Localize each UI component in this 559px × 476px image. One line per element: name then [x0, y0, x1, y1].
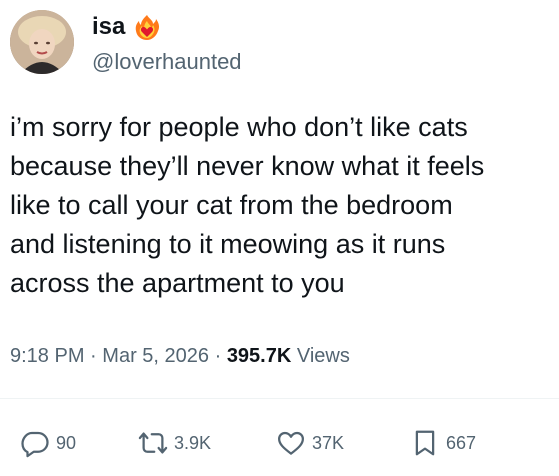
display-name[interactable]: isa	[92, 12, 125, 42]
repost-button[interactable]: 3.9K	[138, 425, 211, 461]
reply-button[interactable]: 90	[20, 425, 76, 461]
action-bar: 90 3.9K 37K 667	[10, 425, 550, 461]
avatar[interactable]	[10, 10, 74, 74]
divider	[0, 398, 559, 399]
author-name-row: isa	[92, 12, 161, 42]
tweet-time[interactable]: 9:18 PM	[10, 345, 84, 367]
repost-count: 3.9K	[174, 433, 212, 453]
tweet-date[interactable]: Mar 5, 2026	[102, 345, 209, 367]
fire-heart-icon	[136, 15, 160, 40]
like-button[interactable]: 37K	[276, 425, 344, 461]
views-count: 395.7K	[226, 345, 292, 367]
reply-count: 90	[56, 433, 77, 453]
reply-icon	[21, 431, 49, 458]
heart-icon	[278, 431, 304, 455]
repost-icon	[138, 432, 168, 454]
views-label: Views	[296, 345, 350, 367]
handle[interactable]: @loverhaunted	[92, 48, 242, 76]
tweet-text: i’m sorry for people who don’t like cats…	[10, 112, 485, 298]
like-count: 37K	[312, 433, 345, 453]
bookmark-button[interactable]: 667	[410, 425, 476, 461]
avatar-image	[10, 10, 74, 74]
bookmark-icon	[415, 430, 435, 456]
bookmark-count: 667	[446, 433, 477, 453]
tweet-meta: 9:18 PM · Mar 5, 2026 · 395.7K Views	[10, 342, 350, 370]
meta-separator: ·	[214, 345, 222, 367]
meta-separator: ·	[90, 345, 97, 367]
